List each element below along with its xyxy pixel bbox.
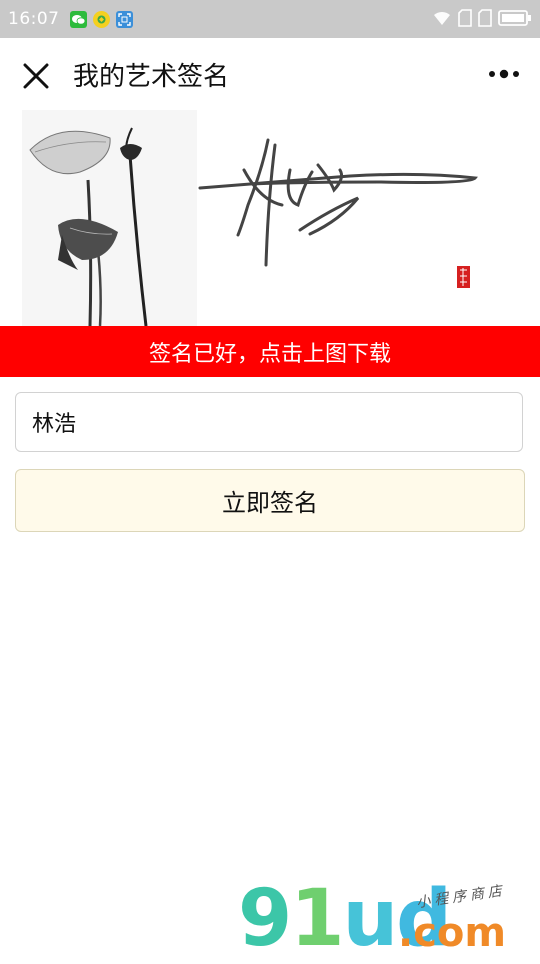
sim2-icon [478,9,492,31]
download-notice: 签名已好，点击上图下载 [0,326,540,377]
status-bar: 16:07 [0,0,540,38]
sign-now-button[interactable]: 立即签名 [15,469,525,532]
wifi-icon [432,9,452,31]
more-icon [489,69,519,79]
status-app-icons [69,10,133,28]
status-time: 16:07 [8,9,60,29]
close-icon [23,63,49,89]
scan-app-icon [115,10,133,28]
close-button[interactable] [18,58,54,94]
name-input[interactable] [15,392,523,452]
nav-bar: 我的艺术签名 [0,38,540,110]
lotus-app-icon [92,10,110,28]
red-seal-stamp [457,266,470,288]
lotus-painting [22,110,197,326]
signature-image[interactable] [0,110,540,326]
wechat-icon [69,10,87,28]
battery-icon [498,9,532,31]
watermark-dotcom: .com [398,910,507,956]
status-system-icons [432,9,532,31]
page-title: 我的艺术签名 [73,62,230,92]
more-button[interactable] [484,64,524,84]
watermark-logo: 91ud 小程序商店 .com [238,880,538,960]
signature-strokes [198,138,478,267]
sim1-icon [458,9,472,31]
